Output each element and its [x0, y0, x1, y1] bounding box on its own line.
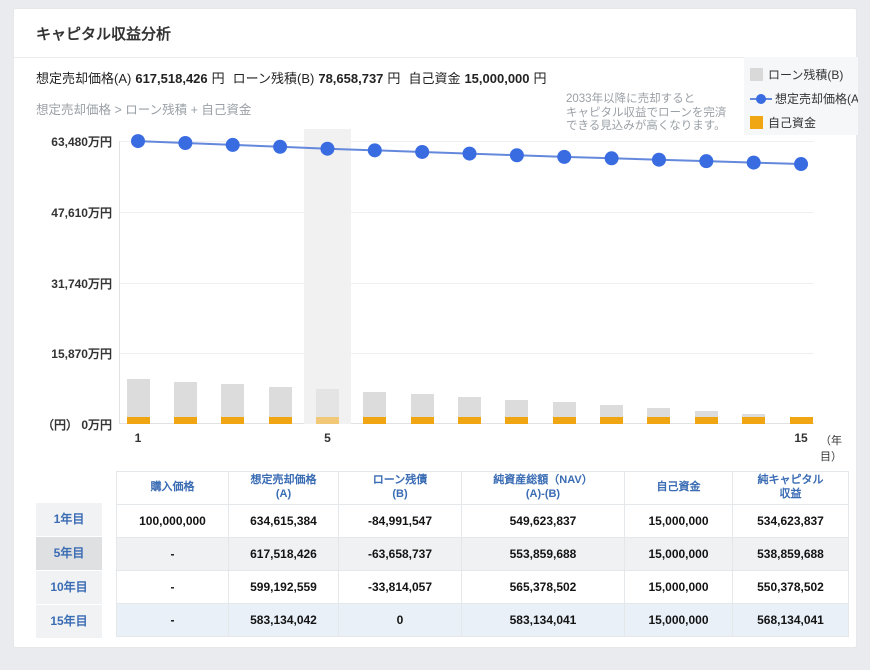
table-cell: 538,859,688 — [733, 537, 849, 570]
sale-price-point-year-3[interactable] — [226, 138, 240, 152]
sale-price-point-year-11[interactable] — [605, 151, 619, 165]
summary-label-2: 自己資金 — [408, 71, 460, 86]
column-header-2: 想定売却価格(A) — [229, 472, 339, 505]
summary-unit-2: 円 — [534, 71, 547, 86]
table-cell: 583,134,041 — [462, 603, 625, 636]
sale-price-point-year-5[interactable] — [320, 142, 334, 156]
sale-price-point-year-6[interactable] — [368, 143, 382, 157]
y-axis-tick-label: （円） 0万円 — [14, 416, 112, 433]
legend-line-dot-icon — [750, 92, 772, 105]
sale-price-point-year-4[interactable] — [273, 140, 287, 154]
column-header-5: 自己資金 — [625, 472, 733, 505]
summary-value-1: 78,658,737 — [318, 71, 383, 86]
title-divider — [14, 57, 856, 58]
sale-price-point-year-7[interactable] — [415, 145, 429, 159]
table-cell: 15,000,000 — [625, 603, 733, 636]
table-cell: 553,859,688 — [462, 537, 625, 570]
x-axis-tick-label-1: 1 — [123, 431, 153, 445]
column-header-1: 購入価格 — [117, 472, 229, 505]
table-header-row: 購入価格想定売却価格(A)ローン残債(B)純資産総額（NAV）(A)-(B)自己… — [117, 472, 849, 505]
legend-square-icon — [750, 68, 763, 81]
summary-unit-0: 円 — [212, 71, 225, 86]
table-cell: 550,378,502 — [733, 570, 849, 603]
table-header: 購入価格想定売却価格(A)ローン残債(B)純資産総額（NAV）(A)-(B)自己… — [117, 472, 849, 505]
sale-price-point-year-8[interactable] — [463, 147, 477, 161]
y-axis-tick-label: 47,610万円 — [14, 204, 112, 221]
table-cell: 634,615,384 — [229, 504, 339, 537]
annotation-line-1: 2033年以降に売却すると — [566, 93, 762, 107]
table-cell: 15,000,000 — [625, 504, 733, 537]
sale-price-point-year-1[interactable] — [131, 134, 145, 148]
summary-label-0: 想定売却価格(A) — [36, 71, 131, 86]
table-cell: - — [117, 570, 229, 603]
x-axis-tick-label-15: 15 — [786, 431, 816, 445]
table-cell: - — [117, 537, 229, 570]
table-cell: 565,378,502 — [462, 570, 625, 603]
x-axis-unit-label: （年目） — [820, 432, 856, 464]
table-cell: 534,623,837 — [733, 504, 849, 537]
page-title: キャピタル収益分析 — [36, 23, 171, 44]
table-cell: -33,814,057 — [339, 570, 462, 603]
column-header-3: ローン残債(B) — [339, 472, 462, 505]
sale-price-point-year-15[interactable] — [794, 157, 808, 171]
table-row-5年目: -617,518,426-63,658,737553,859,68815,000… — [117, 537, 849, 570]
table-row-10年目: -599,192,559-33,814,057565,378,50215,000… — [117, 570, 849, 603]
column-header-4: 純資産総額（NAV）(A)-(B) — [462, 472, 625, 505]
table-cell: 568,134,041 — [733, 603, 849, 636]
table-cell: - — [117, 603, 229, 636]
legend-item-2[interactable]: 想定売却価格(A — [750, 86, 858, 110]
row-label-5年目[interactable]: 5年目 — [36, 537, 102, 570]
summary-unit-1: 円 — [387, 71, 400, 86]
column-header-6: 純キャピタル収益 — [733, 472, 849, 505]
sale-price-point-year-9[interactable] — [510, 148, 524, 162]
summary-label-1: ローン残積(B) — [233, 71, 315, 86]
table-body: 100,000,000634,615,384-84,991,547549,623… — [117, 504, 849, 636]
results-table: 購入価格想定売却価格(A)ローン残債(B)純資産総額（NAV）(A)-(B)自己… — [116, 471, 849, 637]
table-cell: -84,991,547 — [339, 504, 462, 537]
sale-price-point-year-13[interactable] — [699, 154, 713, 168]
table-cell: 549,623,837 — [462, 504, 625, 537]
sale-price-point-year-10[interactable] — [557, 150, 571, 164]
sale-price-point-year-12[interactable] — [652, 153, 666, 167]
y-axis-tick-label: 15,870万円 — [14, 345, 112, 362]
sale-price-point-year-2[interactable] — [178, 136, 192, 150]
table-row-1年目: 100,000,000634,615,384-84,991,547549,623… — [117, 504, 849, 537]
y-axis-tick-label: 63,480万円 — [14, 133, 112, 150]
row-label-15年目[interactable]: 15年目 — [36, 605, 102, 638]
summary-value-2: 15,000,000 — [464, 71, 529, 86]
annotation-line-2: キャピタル収益でローンを完済 — [566, 107, 762, 121]
legend-label: 想定売却価格(A — [775, 90, 858, 107]
y-axis-tick-label: 31,740万円 — [14, 275, 112, 292]
row-label-10年目[interactable]: 10年目 — [36, 571, 102, 604]
table-cell: 599,192,559 — [229, 570, 339, 603]
legend-item-1[interactable]: ローン残積(B) — [750, 62, 858, 86]
capital-gains-panel: キャピタル収益分析 想定売却価格(A)617,518,426円ローン残積(B)7… — [13, 8, 857, 648]
sale-price-point-year-14[interactable] — [747, 156, 761, 170]
summary-value-0: 617,518,426 — [135, 71, 207, 86]
legend-label: ローン残積(B) — [768, 66, 843, 83]
sale-price-line-chart — [119, 121, 814, 426]
table-cell: -63,658,737 — [339, 537, 462, 570]
table-cell: 100,000,000 — [117, 504, 229, 537]
row-label-1年目[interactable]: 1年目 — [36, 503, 102, 536]
table-cell: 15,000,000 — [625, 537, 733, 570]
x-axis-tick-label-5: 5 — [312, 431, 342, 445]
table-cell: 617,518,426 — [229, 537, 339, 570]
formula-text: 想定売却価格 > ローン残積 + 自己資金 — [36, 99, 251, 118]
table-row-15年目: -583,134,0420583,134,04115,000,000568,13… — [117, 603, 849, 636]
table-cell: 15,000,000 — [625, 570, 733, 603]
table-cell: 0 — [339, 603, 462, 636]
summary-line: 想定売却価格(A)617,518,426円ローン残積(B)78,658,737円… — [36, 68, 555, 87]
table-cell: 583,134,042 — [229, 603, 339, 636]
